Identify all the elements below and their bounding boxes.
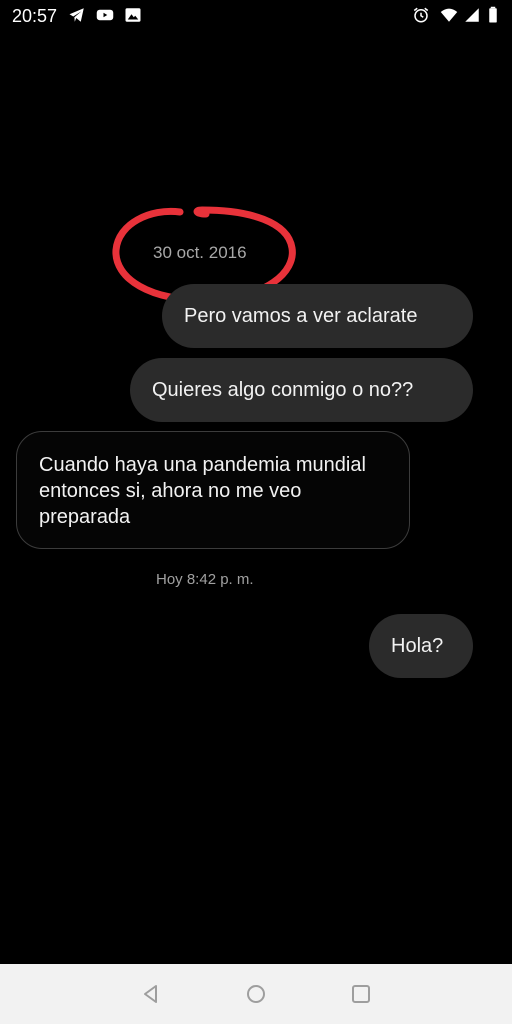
message-sent[interactable]: Hola? (369, 614, 473, 678)
date-stamp: 30 oct. 2016 (153, 243, 247, 262)
telegram-icon (68, 6, 86, 24)
home-icon[interactable] (245, 983, 267, 1005)
message-received[interactable]: Cuando haya una pandemia mundial entonce… (16, 431, 410, 549)
message-text: Pero vamos a ver aclarate (184, 305, 418, 327)
navigation-bar (0, 964, 512, 1024)
message-text: Hola? (391, 635, 444, 657)
message-sent[interactable]: Pero vamos a ver aclarate (162, 284, 473, 348)
chat-thread: 30 oct. 2016 Pero vamos a ver aclarate Q… (0, 32, 512, 964)
status-time: 20:57 (12, 6, 58, 26)
battery-icon (487, 6, 499, 24)
back-icon[interactable] (140, 983, 162, 1005)
recents-icon[interactable] (350, 983, 372, 1005)
wifi-icon (438, 6, 460, 24)
image-icon (124, 6, 142, 24)
alarm-icon (412, 6, 430, 24)
status-bar: 20:57 (0, 0, 512, 32)
time-stamp: Hoy 8:42 p. m. (156, 571, 254, 588)
youtube-icon (96, 6, 114, 24)
message-text: Cuando haya una pandemia mundial entonce… (39, 454, 366, 528)
message-text: Quieres algo conmigo o no?? (152, 379, 414, 401)
message-sent[interactable]: Quieres algo conmigo o no?? (130, 358, 473, 422)
signal-icon (463, 6, 481, 24)
